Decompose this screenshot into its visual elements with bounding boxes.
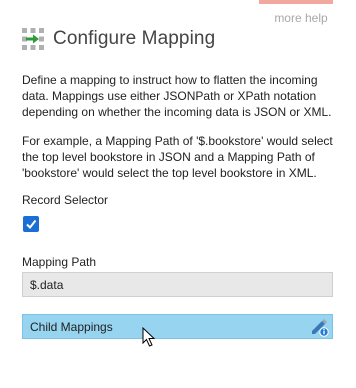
help-tab-accent	[259, 0, 333, 4]
edit-pencil-icon[interactable]	[309, 317, 329, 337]
child-mappings-label: Child Mappings	[30, 319, 113, 334]
record-selector-label: Record Selector	[22, 193, 109, 207]
more-help-link[interactable]: more help	[269, 11, 333, 25]
mapping-path-label: Mapping Path	[22, 255, 97, 269]
mouse-pointer-icon	[142, 327, 156, 347]
child-mappings-button[interactable]: Child Mappings	[22, 314, 333, 339]
configure-mapping-panel: more help Configure Mapping Define a map…	[0, 0, 356, 388]
description-paragraph-2: For example, a Mapping Path of '$.bookst…	[22, 134, 333, 180]
panel-header: Configure Mapping	[22, 27, 215, 51]
mapping-path-input[interactable]	[22, 272, 333, 297]
record-selector-checkbox[interactable]	[23, 216, 39, 232]
description-paragraph-1: Define a mapping to instruct how to flat…	[22, 73, 332, 119]
checkmark-icon	[26, 219, 37, 230]
mapping-arrow-icon	[22, 28, 44, 50]
page-title: Configure Mapping	[53, 28, 216, 49]
